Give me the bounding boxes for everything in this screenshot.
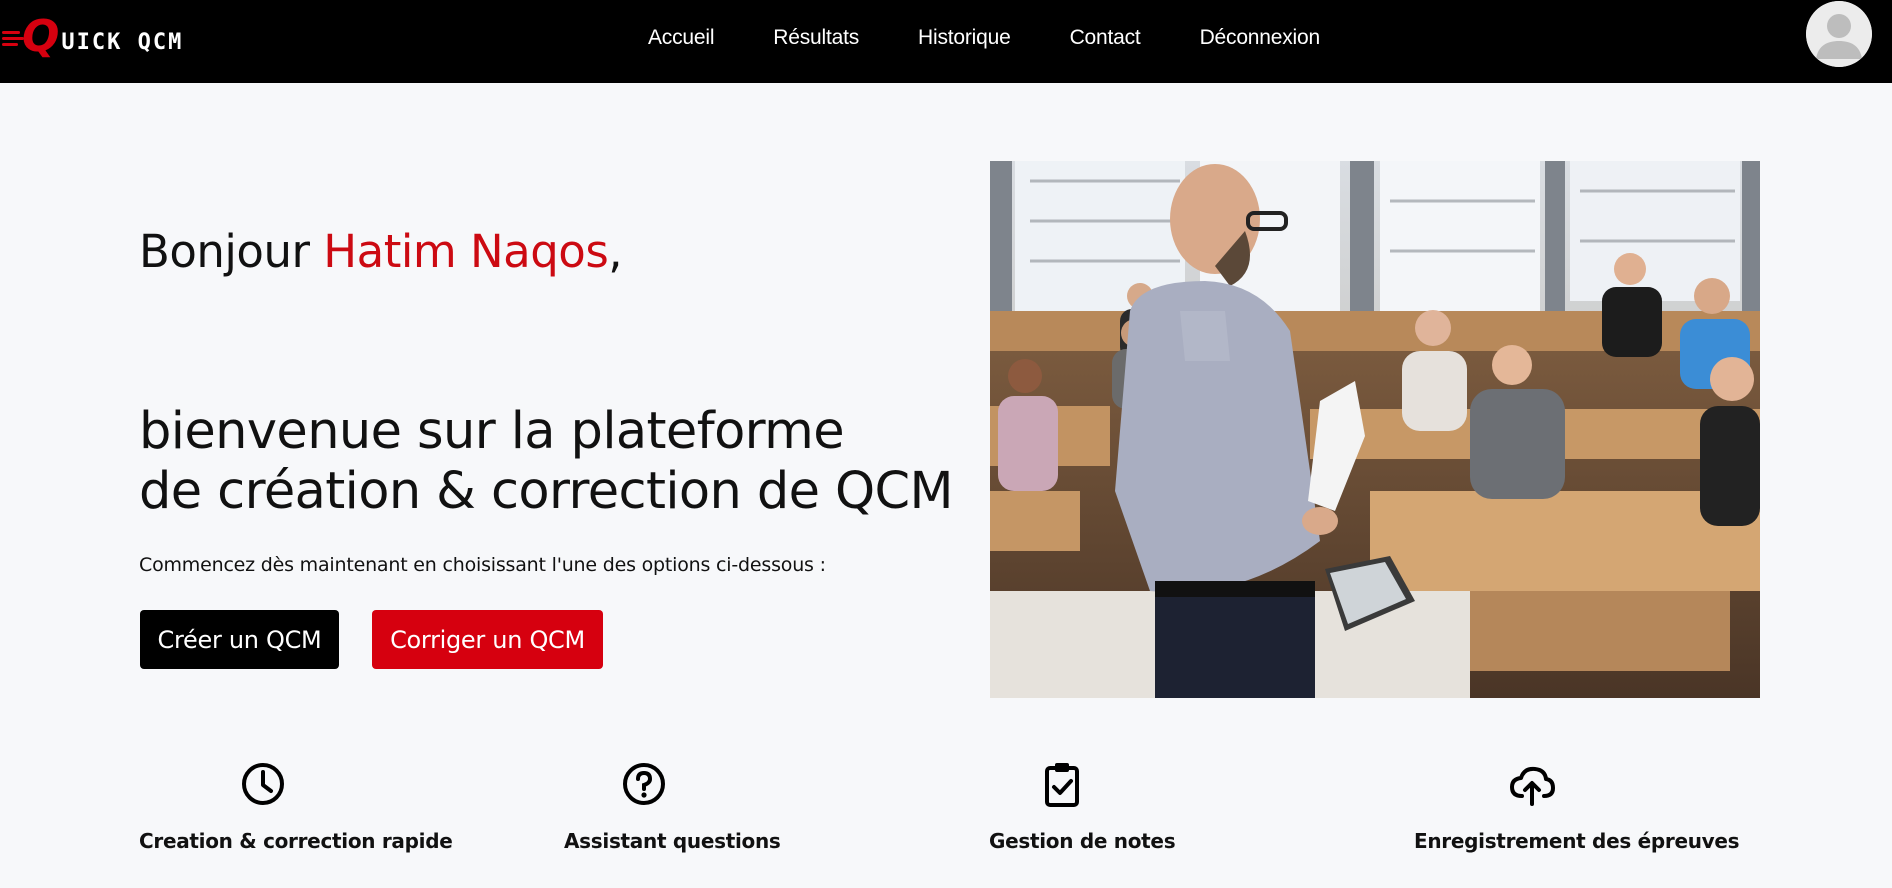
page-title: bienvenue sur la plateforme de création … bbox=[139, 402, 954, 522]
nav-link-resultats[interactable]: Résultats bbox=[773, 26, 859, 50]
question-circle-icon bbox=[623, 763, 665, 805]
intro-text: Commencez dès maintenant en choisissant … bbox=[139, 554, 826, 576]
top-navbar: Q UICK QCM Accueil Résultats Historique … bbox=[0, 0, 1892, 83]
quick-qcm-logo[interactable]: Q UICK QCM bbox=[2, 12, 184, 62]
nav-link-accueil[interactable]: Accueil bbox=[648, 26, 714, 50]
headline-line-2: de création & correction de QCM bbox=[139, 462, 954, 521]
classroom-photo bbox=[990, 161, 1760, 698]
feature-label-assistant: Assistant questions bbox=[564, 829, 781, 853]
nav-link-contact[interactable]: Contact bbox=[1070, 26, 1141, 50]
main-nav: Accueil Résultats Historique Contact Déc… bbox=[648, 0, 1320, 75]
correct-qcm-button[interactable]: Corriger un QCM bbox=[372, 610, 603, 669]
clipboard-check-icon bbox=[1045, 763, 1079, 807]
greeting-text: Bonjour bbox=[139, 225, 324, 278]
feature-label-creation: Creation & correction rapide bbox=[139, 829, 453, 853]
headline-line-1: bienvenue sur la plateforme bbox=[139, 402, 845, 461]
user-name: Hatim Naqos bbox=[323, 225, 609, 278]
cloud-upload-icon bbox=[1510, 766, 1555, 806]
feature-label-enregistrement: Enregistrement des épreuves bbox=[1414, 829, 1740, 853]
create-qcm-button[interactable]: Créer un QCM bbox=[140, 610, 339, 669]
nav-link-deconnexion[interactable]: Déconnexion bbox=[1200, 26, 1321, 50]
feature-label-notes: Gestion de notes bbox=[989, 829, 1176, 853]
logo-wordmark: UICK QCM bbox=[61, 29, 184, 55]
nav-link-historique[interactable]: Historique bbox=[918, 26, 1011, 50]
user-avatar-icon[interactable] bbox=[1806, 1, 1872, 67]
greeting: Bonjour Hatim Naqos, bbox=[139, 225, 623, 278]
logo-letter: Q bbox=[2, 15, 59, 59]
clock-icon bbox=[242, 763, 284, 805]
greeting-suffix: , bbox=[608, 225, 623, 278]
